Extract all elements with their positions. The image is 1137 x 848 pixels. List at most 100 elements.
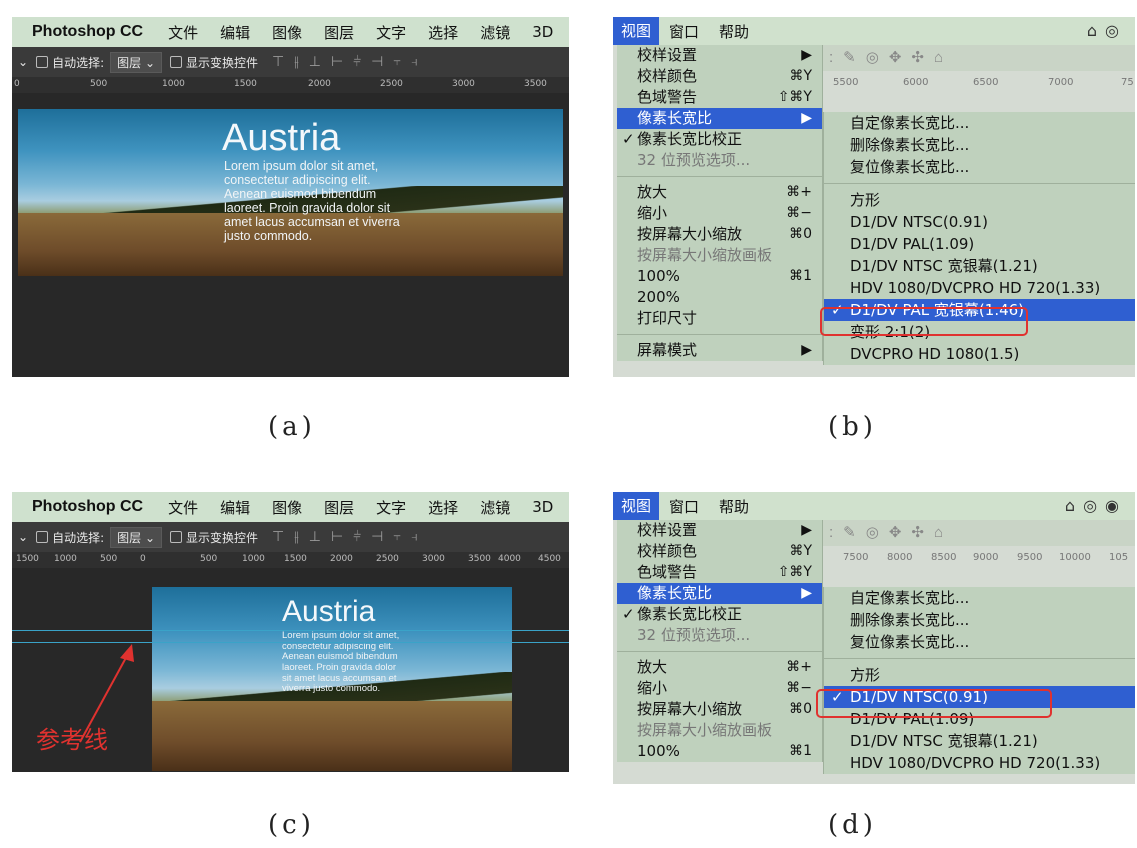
status-icons[interactable]: ⌂◎◉ [1065, 496, 1127, 515]
menu-item-proof-colors[interactable]: 校样颜色 ⌘Y [617, 541, 822, 562]
submenu-item-pal[interactable]: D1/DV PAL(1.09) [824, 233, 1135, 255]
menu-item-screen-mode[interactable]: 屏幕模式 ▶ [617, 340, 822, 361]
menu-item-fit-screen[interactable]: 按屏幕大小缩放 ⌘0 [617, 224, 822, 245]
menu-help[interactable]: 帮助 [709, 496, 759, 517]
background-ruler: 5500 6000 6500 7000 75 [823, 77, 1135, 91]
ruler-tick: 10000 [1059, 552, 1091, 563]
menu-item-zoom-in[interactable]: 放大 ⌘+ [617, 182, 822, 203]
menu-item-proof-setup[interactable]: 校样设置 ▶ [617, 520, 822, 541]
auto-select-checkbox[interactable] [36, 531, 49, 543]
menu-item-32bit-preview: 32 位预览选项... [637, 151, 751, 169]
align-icons[interactable]: ⊤⫲⊥⊢⫩⊣⫟⫞ [272, 529, 428, 545]
guide-line[interactable] [12, 630, 569, 631]
menu-image[interactable]: 图像 [261, 497, 313, 518]
menu-item-zoom-out[interactable]: 缩小 ⌘− [617, 678, 822, 699]
ruler-tick: 6000 [903, 77, 929, 88]
ruler-tick: 0 [14, 79, 20, 89]
caption-a: (a) [268, 412, 316, 442]
menu-item-gamut-warning[interactable]: 色域警告 ⇧⌘Y [617, 562, 822, 583]
show-transform-checkbox[interactable] [170, 531, 182, 543]
submenu-item-custom[interactable]: 自定像素长宽比... [824, 112, 1135, 134]
app-name[interactable]: Photoshop CC [12, 498, 157, 516]
options-bar: ⌄ 自动选择: 图层 ⌄ 显示变换控件 ⊤⫲⊥⊢⫩⊣⫟⫞ [12, 47, 569, 77]
menu-help[interactable]: 帮助 [709, 21, 759, 42]
menu-item-proof-setup[interactable]: 校样设置 ▶ [617, 45, 822, 66]
menu-item-100[interactable]: 100% ⌘1 [617, 741, 822, 762]
submenu-item-square[interactable]: 方形 [824, 189, 1135, 211]
status-icons[interactable]: ⌂◎ [1087, 21, 1127, 40]
submenu-item-dvcpro[interactable]: DVCPRO HD 1080(1.5) [824, 343, 1135, 365]
submenu-item-ntsc[interactable]: D1/DV NTSC(0.91) [824, 211, 1135, 233]
submenu-item-delete[interactable]: 删除像素长宽比... [824, 609, 1135, 631]
submenu-item-delete[interactable]: 删除像素长宽比... [824, 134, 1135, 156]
ruler-tick: 3000 [452, 79, 475, 89]
menu-filter[interactable]: 滤镜 [469, 22, 521, 43]
menu-file[interactable]: 文件 [157, 22, 209, 43]
options-bar: ⌄ 自动选择: 图层 ⌄ 显示变换控件 ⊤⫲⊥⊢⫩⊣⫟⫞ [12, 522, 569, 552]
submenu-item-reset[interactable]: 复位像素长宽比... [824, 631, 1135, 653]
document-image[interactable]: Austria Lorem ipsum dolor sit amet, cons… [152, 587, 512, 771]
highlight-box [820, 307, 1028, 336]
menu-view[interactable]: 视图 [613, 492, 660, 520]
menu-layer[interactable]: 图层 [313, 497, 365, 518]
auto-select-dropdown[interactable]: 图层 ⌄ [110, 526, 162, 548]
menu-item-zoom-in[interactable]: 放大 ⌘+ [617, 657, 822, 678]
submenu-item-ntsc-wide[interactable]: D1/DV NTSC 宽银幕(1.21) [824, 255, 1135, 277]
app-name[interactable]: Photoshop CC [12, 23, 157, 41]
ruler-tick: 2500 [380, 79, 403, 89]
auto-select-dropdown[interactable]: 图层 ⌄ [110, 51, 162, 73]
ps-menubar: Photoshop CC 文件 编辑 图像 图层 文字 选择 滤镜 3D [12, 17, 569, 47]
menu-item-pixel-aspect-correction[interactable]: ✓ 像素长宽比校正 [617, 129, 822, 150]
ruler-tick: 1500 [16, 554, 39, 564]
menu-3d[interactable]: 3D [521, 23, 564, 41]
menu-filter[interactable]: 滤镜 [469, 497, 521, 518]
menu-select[interactable]: 选择 [417, 497, 469, 518]
mac-menubar: 视图 窗口 帮助 ⌂◎ [613, 17, 1135, 45]
chevron-down-icon[interactable]: ⌄ [18, 55, 28, 69]
canvas-workspace[interactable]: Austria Lorem ipsum dolor sit amet, cons… [12, 93, 569, 377]
show-transform-checkbox[interactable] [170, 56, 182, 68]
ruler-tick: 9000 [973, 552, 999, 563]
menu-select[interactable]: 选择 [417, 22, 469, 43]
auto-select-checkbox[interactable] [36, 56, 49, 68]
ruler-tick: 5500 [833, 77, 859, 88]
menu-item-200[interactable]: 200% [617, 287, 822, 308]
submenu-item-square[interactable]: 方形 [824, 664, 1135, 686]
menu-layer[interactable]: 图层 [313, 22, 365, 43]
align-icons[interactable]: ⊤⫲⊥⊢⫩⊣⫟⫞ [272, 54, 428, 70]
menu-view[interactable]: 视图 [613, 17, 660, 45]
menu-type[interactable]: 文字 [365, 22, 417, 43]
menu-type[interactable]: 文字 [365, 497, 417, 518]
menu-edit[interactable]: 编辑 [209, 22, 261, 43]
image-title: Austria [222, 117, 341, 159]
document-image[interactable]: Austria Lorem ipsum dolor sit amet, cons… [18, 109, 563, 276]
menu-item-proof-colors[interactable]: 校样颜色 ⌘Y [617, 66, 822, 87]
menu-window[interactable]: 窗口 [659, 496, 709, 517]
menu-file[interactable]: 文件 [157, 497, 209, 518]
menu-item-100[interactable]: 100% ⌘1 [617, 266, 822, 287]
canvas-workspace[interactable]: Austria Lorem ipsum dolor sit amet, cons… [12, 568, 569, 772]
ruler-tick: 500 [200, 554, 218, 564]
menu-edit[interactable]: 编辑 [209, 497, 261, 518]
auto-select-value: 图层 [117, 55, 142, 70]
menu-item-gamut-warning[interactable]: 色域警告 ⇧⌘Y [617, 87, 822, 108]
menu-item-zoom-out[interactable]: 缩小 ⌘− [617, 203, 822, 224]
submenu-item-hdv[interactable]: HDV 1080/DVCPRO HD 720(1.33) [824, 752, 1135, 774]
menu-3d[interactable]: 3D [521, 498, 564, 516]
menu-image[interactable]: 图像 [261, 22, 313, 43]
submenu-item-custom[interactable]: 自定像素长宽比... [824, 587, 1135, 609]
submenu-item-ntsc-wide[interactable]: D1/DV NTSC 宽银幕(1.21) [824, 730, 1135, 752]
submenu-item-hdv[interactable]: HDV 1080/DVCPRO HD 720(1.33) [824, 277, 1135, 299]
menu-item-pixel-aspect-ratio[interactable]: 像素长宽比 ▶ [617, 583, 822, 604]
chevron-down-icon[interactable]: ⌄ [18, 530, 28, 544]
menu-item-print-size[interactable]: 打印尺寸 [617, 308, 822, 329]
submenu-item-reset[interactable]: 复位像素长宽比... [824, 156, 1135, 178]
menu-item-pixel-aspect-ratio[interactable]: 像素长宽比 ▶ [617, 108, 822, 129]
menu-window[interactable]: 窗口 [659, 21, 709, 42]
ruler-tick: 6500 [973, 77, 999, 88]
menu-item-fit-screen[interactable]: 按屏幕大小缩放 ⌘0 [617, 699, 822, 720]
ruler-tick: 2000 [308, 79, 331, 89]
ruler-tick: 4000 [498, 554, 521, 564]
image-body-text: Lorem ipsum dolor sit amet, consectetur … [224, 159, 400, 243]
menu-item-pixel-aspect-correction[interactable]: ✓ 像素长宽比校正 [617, 604, 822, 625]
